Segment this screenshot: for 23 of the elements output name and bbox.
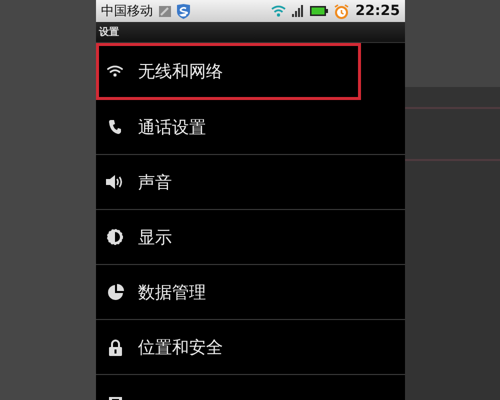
settings-label: 声音 [138,172,172,194]
signal-icon [292,5,304,17]
shield-icon [177,4,190,18]
settings-label: 通话设置 [138,116,206,138]
wifi-icon [107,65,123,77]
settings-label: 数据管理 [138,282,206,304]
clock-time: 22:25 [355,3,400,19]
settings-item[interactable]: 无线和网络 [96,43,361,100]
wifi-icon [271,5,286,17]
screen-title: 设置 [99,26,119,39]
settings-item[interactable]: 显示 [96,210,405,265]
brightness-icon [107,229,123,245]
phone-icon [109,119,121,135]
settings-label: 显示 [138,226,172,248]
image-notification-icon [159,6,171,16]
alarm-clock-icon [334,4,350,18]
carrier-name: 中国移动 [101,3,153,20]
settings-label: 无线和网络 [138,60,223,82]
pie-chart-icon [106,284,124,300]
lock-icon [108,338,122,356]
battery-icon [310,6,328,16]
settings-label: 位置和安全 [138,336,223,358]
speaker-icon [106,175,124,189]
